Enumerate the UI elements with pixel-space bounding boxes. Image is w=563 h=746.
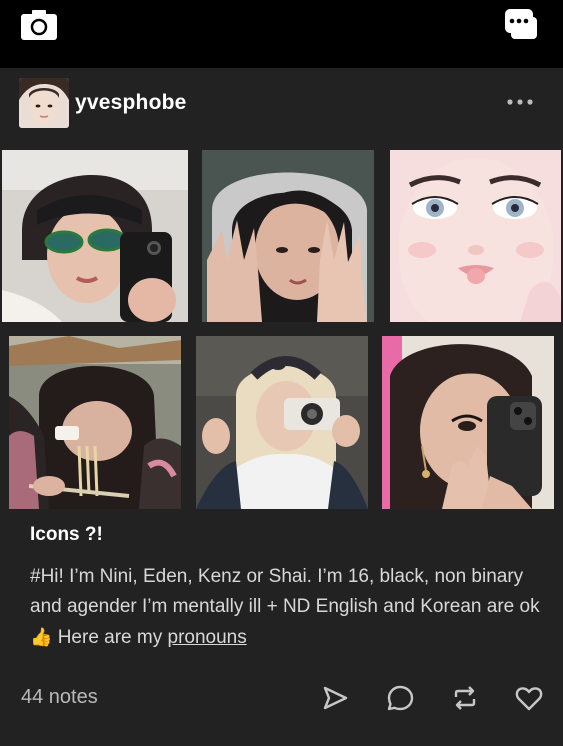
photo-5[interactable] [196, 336, 368, 509]
photo-4[interactable] [9, 336, 181, 509]
top-bar [0, 0, 563, 68]
reblog-icon[interactable] [450, 683, 480, 713]
ellipsis-icon[interactable] [505, 94, 535, 105]
post-title: Icons ?! [30, 524, 103, 545]
app-screen: yvesphobe Icons ?! #Hi! I’m Nini, Eden, … [0, 0, 563, 746]
notes-count[interactable]: 44 notes [21, 686, 98, 709]
pronouns-link[interactable]: pronouns [168, 627, 247, 648]
username[interactable]: yvesphobe [75, 91, 187, 115]
post-body-text: #Hi! I’m Nini, Eden, Kenz or Shai. I’m 1… [30, 566, 540, 617]
reply-icon[interactable] [385, 683, 415, 713]
post-card: yvesphobe Icons ?! #Hi! I’m Nini, Eden, … [0, 68, 563, 746]
thumbs-up-emoji: 👍 [30, 627, 53, 647]
chat-bubbles-icon[interactable] [504, 8, 540, 42]
post-body: #Hi! I’m Nini, Eden, Kenz or Shai. I’m 1… [30, 562, 540, 653]
camera-icon[interactable] [20, 9, 58, 41]
photo-6[interactable] [382, 336, 554, 509]
avatar[interactable] [19, 78, 69, 128]
post-header: yvesphobe [0, 68, 563, 134]
photo-3[interactable] [390, 150, 561, 322]
send-icon[interactable] [320, 683, 350, 713]
photo-1[interactable] [2, 150, 188, 322]
post-footer: 44 notes [0, 674, 563, 724]
post-body-tail: Here are my [52, 627, 168, 648]
like-icon[interactable] [514, 683, 544, 713]
photo-2[interactable] [202, 150, 374, 322]
